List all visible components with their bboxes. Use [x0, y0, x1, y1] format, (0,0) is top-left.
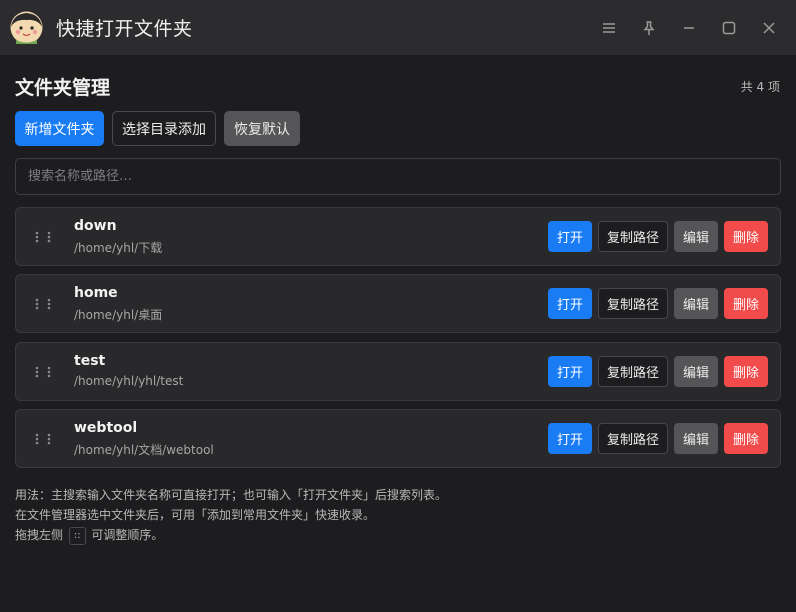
folder-path: /home/yhl/桌面 — [74, 308, 163, 322]
usage-help: 用法：主搜索输入文件夹名称可直接打开；也可输入「打开文件夹」后搜索列表。 在文件… — [15, 485, 447, 545]
open-button[interactable]: 打开 — [548, 356, 592, 387]
main-content: 文件夹管理 共 4 项 新增文件夹 选择目录添加 恢复默认 down /home… — [0, 55, 796, 612]
folder-path: /home/yhl/文档/webtool — [74, 443, 214, 457]
page-title: 文件夹管理 — [15, 77, 111, 99]
copy-path-button[interactable]: 复制路径 — [598, 288, 668, 319]
app-title: 快捷打开文件夹 — [56, 18, 193, 40]
minimize-button[interactable] — [675, 14, 703, 42]
drag-handle-icon[interactable] — [33, 431, 55, 447]
help-line-3: 拖拽左侧 :: 可调整顺序。 — [15, 525, 447, 545]
help-line-3-prefix: 拖拽左侧 — [15, 528, 64, 542]
pin-button[interactable] — [635, 14, 663, 42]
folder-name: down — [74, 218, 117, 234]
drag-handle-icon[interactable] — [33, 229, 55, 245]
folder-path: /home/yhl/yhl/test — [74, 374, 184, 388]
close-icon — [763, 22, 775, 34]
copy-path-button[interactable]: 复制路径 — [598, 423, 668, 454]
help-line-1: 用法：主搜索输入文件夹名称可直接打开；也可输入「打开文件夹」后搜索列表。 — [15, 488, 448, 502]
delete-button[interactable]: 删除 — [724, 288, 768, 319]
edit-button[interactable]: 编辑 — [674, 356, 718, 387]
add-folder-button[interactable]: 新增文件夹 — [15, 111, 104, 146]
copy-path-button[interactable]: 复制路径 — [598, 221, 668, 252]
search-input[interactable] — [15, 158, 781, 195]
help-line-2: 在文件管理器选中文件夹后，可用「添加到常用文件夹」快速收录。 — [15, 508, 376, 522]
drag-handle-icon[interactable] — [33, 364, 55, 380]
delete-button[interactable]: 删除 — [724, 423, 768, 454]
folder-row: test /home/yhl/yhl/test 打开 复制路径 编辑 删除 — [15, 342, 781, 401]
menu-icon — [603, 23, 615, 33]
folder-row: home /home/yhl/桌面 打开 复制路径 编辑 删除 — [15, 274, 781, 333]
folder-row: webtool /home/yhl/文档/webtool 打开 复制路径 编辑 … — [15, 409, 781, 468]
folder-name: test — [74, 353, 106, 369]
title-bar: 快捷打开文件夹 — [0, 0, 796, 55]
open-button[interactable]: 打开 — [548, 423, 592, 454]
folder-path: /home/yhl/下载 — [74, 241, 163, 255]
app-avatar-icon — [10, 11, 43, 44]
edit-button[interactable]: 编辑 — [674, 221, 718, 252]
open-button[interactable]: 打开 — [548, 221, 592, 252]
drag-key-hint: :: — [68, 526, 86, 545]
edit-button[interactable]: 编辑 — [674, 423, 718, 454]
drag-handle-icon[interactable] — [33, 296, 55, 312]
copy-path-button[interactable]: 复制路径 — [598, 356, 668, 387]
close-button[interactable] — [755, 14, 783, 42]
item-count: 共 4 项 — [740, 80, 780, 94]
edit-button[interactable]: 编辑 — [674, 288, 718, 319]
minimize-icon — [684, 27, 694, 29]
maximize-icon — [722, 21, 736, 35]
delete-button[interactable]: 删除 — [724, 221, 768, 252]
help-line-3-suffix: 可调整顺序。 — [91, 528, 164, 542]
folder-name: home — [74, 285, 118, 301]
open-button[interactable]: 打开 — [548, 288, 592, 319]
reset-default-button[interactable]: 恢复默认 — [224, 111, 300, 146]
maximize-button[interactable] — [715, 14, 743, 42]
folder-row: down /home/yhl/下载 打开 复制路径 编辑 删除 — [15, 207, 781, 266]
delete-button[interactable]: 删除 — [724, 356, 768, 387]
select-directory-button[interactable]: 选择目录添加 — [112, 111, 216, 146]
folder-name: webtool — [74, 420, 138, 436]
menu-button[interactable] — [595, 14, 623, 42]
pin-icon — [643, 21, 655, 35]
